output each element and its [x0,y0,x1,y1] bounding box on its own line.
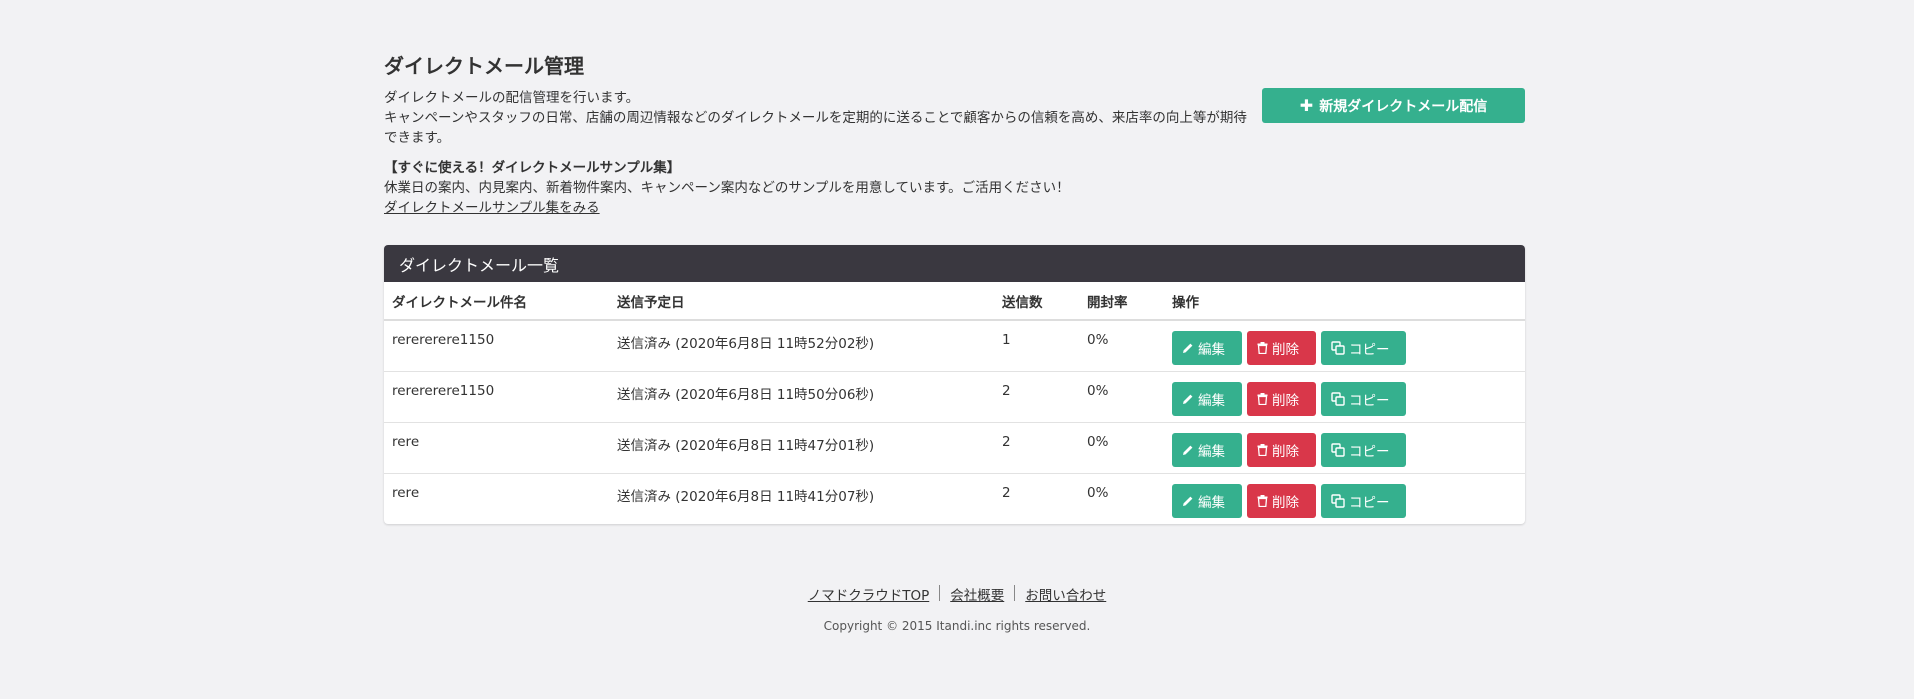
table-row: rere 送信済み (2020年6月8日 11時47分01秒) 2 0% 編集 [384,422,1525,474]
description-line-1: ダイレクトメールの配信管理を行います。 [384,90,640,106]
cell-date: 送信済み (2020年6月8日 11時47分01秒) [609,422,994,474]
cell-actions: 編集 削除 コピー [1164,371,1525,423]
pencil-icon [1182,342,1194,354]
cell-name: rerererere1150 [384,320,609,372]
trash-icon [1257,342,1268,354]
delete-button[interactable]: 削除 [1247,483,1316,518]
column-header-actions: 操作 [1164,282,1525,321]
sample-section: 【すぐに使える！ダイレクトメールサンプル集】 休業日の案内、内見案内、新着物件案… [384,158,1254,218]
delete-label: 削除 [1272,494,1299,511]
table-header-row: ダイレクトメール件名 送信予定日 送信数 開封率 操作 [384,282,1525,321]
trash-icon [1257,443,1268,456]
table-row: rerererere1150 送信済み (2020年6月8日 11時52分02秒… [384,320,1525,372]
sample-link[interactable]: ダイレクトメールサンプル集をみる [384,200,600,216]
column-header-count: 送信数 [994,282,1079,321]
cell-actions: 編集 削除 コピー [1164,473,1525,524]
table-row: rerererere1150 送信済み (2020年6月8日 11時50分06秒… [384,371,1525,423]
copy-button[interactable]: コピー [1321,331,1406,365]
trash-icon [1257,392,1268,405]
pencil-icon [1182,495,1194,507]
cell-rate: 0% [1087,484,1109,501]
edit-button[interactable]: 編集 [1172,432,1242,467]
column-header-rate: 開封率 [1079,282,1164,321]
copy-icon [1331,391,1345,406]
cell-rate: 0% [1079,320,1164,372]
page-description: ダイレクトメールの配信管理を行います。 キャンペーンやスタッフの日常、店舗の周辺… [384,88,1254,148]
copy-button[interactable]: コピー [1321,483,1406,518]
delete-label: 削除 [1272,392,1299,409]
cell-date: 送信済み (2020年6月8日 11時50分06秒) [609,371,994,423]
footer-links: ノマドクラウドTOP 会社概要 お問い合わせ [0,584,1914,604]
edit-button[interactable]: 編集 [1172,381,1242,416]
table-row: rere 送信済み (2020年6月8日 11時41分07秒) 2 0% 編集 [384,473,1525,524]
copy-icon [1331,493,1345,508]
cell-count: 2 [994,371,1079,423]
description-line-2: キャンペーンやスタッフの日常、店舗の周辺情報などのダイレクトメールを定期的に送る… [384,110,1247,146]
delete-button[interactable]: 削除 [1247,381,1316,416]
footer-link-top[interactable]: ノマドクラウドTOP [798,584,940,604]
copy-button[interactable]: コピー [1321,432,1406,467]
copy-icon [1331,442,1345,457]
edit-label: 編集 [1198,392,1225,409]
direct-mail-list-panel: ダイレクトメール一覧 ダイレクトメール件名 送信予定日 送信数 開封率 操作 r… [384,245,1525,524]
edit-label: 編集 [1198,443,1225,460]
delete-button[interactable]: 削除 [1247,331,1316,365]
cell-actions: 編集 削除 コピー [1164,422,1525,474]
trash-icon [1257,494,1268,507]
pencil-icon [1182,393,1194,405]
column-header-date: 送信予定日 [609,282,994,321]
new-direct-mail-label: 新規ダイレクトメール配信 [1319,98,1488,115]
sample-description: 休業日の案内、内見案内、新着物件案内、キャンペーン案内などのサンプルを用意してい… [384,180,1070,196]
new-direct-mail-button[interactable]: ✚ 新規ダイレクトメール配信 [1262,88,1525,123]
edit-button[interactable]: 編集 [1172,331,1242,365]
cell-name: rerererere1150 [384,371,609,423]
edit-label: 編集 [1198,494,1225,511]
pencil-icon [1182,444,1194,456]
panel-title: ダイレクトメール一覧 [384,245,1525,282]
cell-date: 送信済み (2020年6月8日 11時41分07秒) [617,488,875,505]
cell-date: 送信済み (2020年6月8日 11時52分02秒) [609,320,994,372]
page-title: ダイレクトメール管理 [384,54,584,78]
cell-actions: 編集 削除 コピー [1164,320,1525,372]
delete-label: 削除 [1272,342,1299,358]
copy-label: コピー [1349,342,1390,358]
copy-icon [1331,341,1345,355]
direct-mail-table: ダイレクトメール件名 送信予定日 送信数 開封率 操作 rerererere11… [384,282,1525,524]
cell-name: rere [392,484,420,501]
cell-count: 2 [1002,484,1011,501]
cell-rate: 0% [1079,422,1164,474]
sample-title: 【すぐに使える！ダイレクトメールサンプル集】 [384,160,681,176]
copy-button[interactable]: コピー [1321,381,1406,416]
footer-link-contact[interactable]: お問い合わせ [1015,584,1116,604]
copy-label: コピー [1349,443,1390,460]
copy-label: コピー [1349,494,1390,511]
delete-button[interactable]: 削除 [1247,432,1316,467]
edit-label: 編集 [1198,342,1225,358]
cell-count: 1 [994,320,1079,372]
cell-rate: 0% [1079,371,1164,423]
copy-label: コピー [1349,392,1390,409]
plus-icon: ✚ [1299,96,1314,115]
edit-button[interactable]: 編集 [1172,483,1242,518]
copyright: Copyright © 2015 Itandi.inc rights reser… [823,619,1091,633]
delete-label: 削除 [1272,443,1299,460]
footer-link-company[interactable]: 会社概要 [940,584,1014,604]
cell-name: rere [384,422,609,474]
column-header-name: ダイレクトメール件名 [384,282,609,321]
cell-count: 2 [994,422,1079,474]
